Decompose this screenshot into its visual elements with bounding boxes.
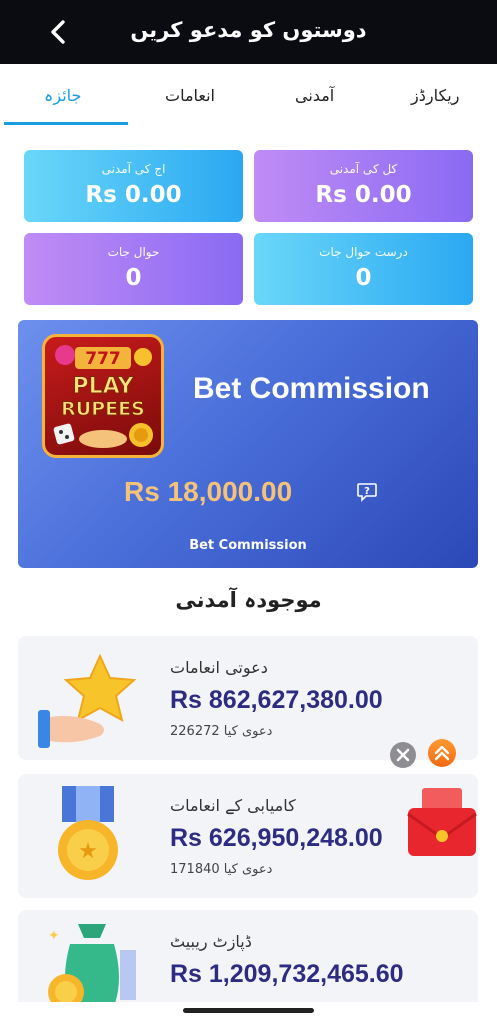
scroll-to-top-button[interactable] (428, 739, 456, 767)
tab-rewards[interactable]: انعامات (165, 86, 215, 105)
play-rupees-logo: 777 PLAY RUPEES (42, 334, 164, 458)
card-claimed-count: دعوی کیا 226272 (170, 724, 273, 739)
stat-label: اج کی آمدنی (101, 162, 166, 176)
stat-label: حوال جات (107, 245, 160, 259)
active-tab-indicator (4, 122, 128, 125)
close-icon (396, 748, 410, 762)
stat-value: Rs 0.00 (315, 182, 412, 208)
bet-commission-banner[interactable]: 777 PLAY RUPEES Bet Commission Rs 18,000… (18, 320, 478, 568)
medal-icon: ★ (58, 786, 118, 880)
tab-records[interactable]: ریکارڈز (411, 86, 459, 105)
stat-value: Rs 0.00 (85, 182, 182, 208)
banner-caption: Bet Commission (189, 538, 307, 553)
card-label: دعوتی انعامات (170, 658, 268, 677)
banner-amount: Rs 18,000.00 (124, 476, 293, 507)
reward-card-deposit[interactable]: ✦ ڈپازٹ ریبیٹ Rs 1,209,732,465.60 (18, 910, 478, 1002)
content-area: کل کی آمدنی Rs 0.00 اج کی آمدنی Rs 0.00 … (0, 126, 497, 1002)
logo-777: 777 (85, 349, 121, 369)
double-chevron-up-icon (434, 745, 450, 761)
svg-text:★: ★ (78, 839, 98, 864)
gift-envelope-icon (407, 788, 477, 856)
stat-valid-referrals: درست حوال جات 0 (254, 233, 473, 305)
logo-play: PLAY (73, 374, 135, 399)
stat-label: درست حوال جات (319, 245, 408, 259)
money-bag-icon: ✦ (48, 924, 136, 1002)
stat-value: 0 (355, 265, 372, 291)
page-title: دوستوں کو مدعو کریں (130, 18, 367, 42)
help-bubble-icon[interactable]: ? (356, 480, 378, 502)
svg-text:✦: ✦ (48, 928, 60, 944)
tab-bar: ریکارڈز آمدنی انعامات جائزہ (0, 64, 497, 126)
reward-card-achievement[interactable]: ★ کامیابی کے انعامات Rs 626,950,248.00 د… (18, 774, 478, 898)
card-amount: Rs 862,627,380.00 (170, 686, 383, 714)
stat-value: 0 (125, 265, 142, 291)
stat-label: کل کی آمدنی (329, 162, 398, 176)
close-float-button[interactable] (390, 742, 416, 768)
home-indicator[interactable] (183, 1008, 314, 1013)
banner-title: Bet Commission (193, 372, 430, 405)
svg-text:?: ? (364, 486, 370, 497)
card-amount: Rs 626,950,248.00 (170, 824, 383, 852)
logo-rupees: RUPEES (61, 398, 145, 420)
card-label: ڈپازٹ ریبیٹ (170, 932, 252, 951)
stat-today-earnings: اج کی آمدنی Rs 0.00 (24, 150, 243, 222)
card-amount: Rs 1,209,732,465.60 (170, 960, 404, 988)
star-hand-icon (38, 653, 137, 748)
tab-overview[interactable]: جائزہ (44, 86, 81, 105)
card-claimed-count: دعوی کیا 171840 (170, 862, 273, 877)
system-bottom-bar (0, 1002, 497, 1024)
section-title: موجودہ آمدنی (175, 588, 322, 612)
stat-total-earnings: کل کی آمدنی Rs 0.00 (254, 150, 473, 222)
app-header: دوستوں کو مدعو کریں (0, 0, 497, 64)
stat-referrals: حوال جات 0 (24, 233, 243, 305)
tab-income[interactable]: آمدنی (295, 86, 334, 105)
card-label: کامیابی کے انعامات (170, 796, 296, 815)
